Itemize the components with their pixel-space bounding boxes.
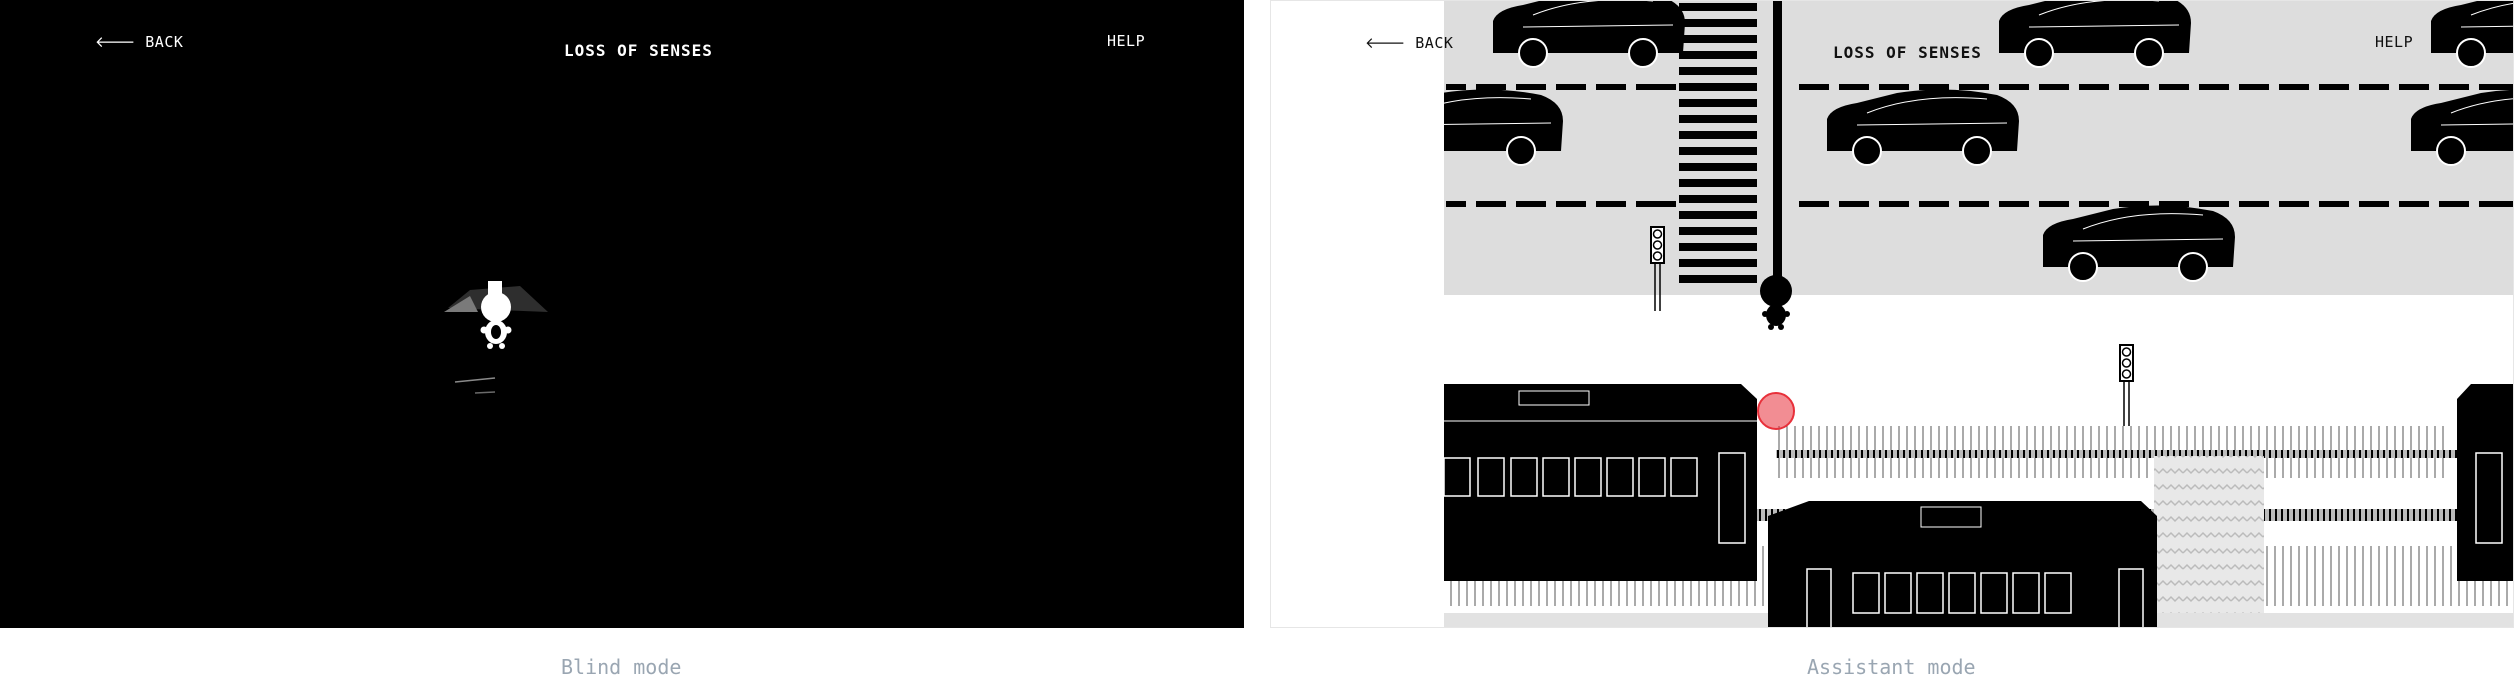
help-button[interactable]: HELP <box>2375 33 2413 51</box>
guide-line <box>1773 1 1782 279</box>
traffic-light <box>2119 344 2134 430</box>
help-button[interactable]: HELP <box>1107 32 1145 50</box>
arrow-left-icon: 🡐 <box>95 33 136 51</box>
assistant-mode-caption: Assistant mode <box>1807 655 1976 679</box>
blind-mode-panel: 🡐 BACK LOSS OF SENSES HELP <box>0 0 1244 628</box>
red-circle-marker-icon[interactable] <box>1757 392 1795 430</box>
tram <box>1768 501 2157 627</box>
assistant-mode-panel: 🡐 BACK LOSS OF SENSES HELP <box>1270 0 2514 628</box>
railway-crossing <box>2154 456 2264 627</box>
rail-track <box>1776 450 2513 458</box>
blind-scene <box>444 281 548 394</box>
assistant-scene <box>1271 1 2513 627</box>
back-button[interactable]: 🡐 BACK <box>1365 33 1453 52</box>
back-button[interactable]: 🡐 BACK <box>95 32 183 51</box>
player-figure <box>1760 275 1792 330</box>
left-margin <box>1271 1 1444 627</box>
back-label: BACK <box>145 33 184 51</box>
page-title: LOSS OF SENSES <box>564 41 713 60</box>
blind-mode-caption: Blind mode <box>561 655 682 679</box>
tram <box>2457 384 2513 581</box>
arrow-left-icon: 🡐 <box>1365 34 1406 52</box>
back-label: BACK <box>1415 34 1454 52</box>
tram <box>1443 384 1757 581</box>
player-figure <box>480 292 512 349</box>
page-title: LOSS OF SENSES <box>1833 43 1982 62</box>
